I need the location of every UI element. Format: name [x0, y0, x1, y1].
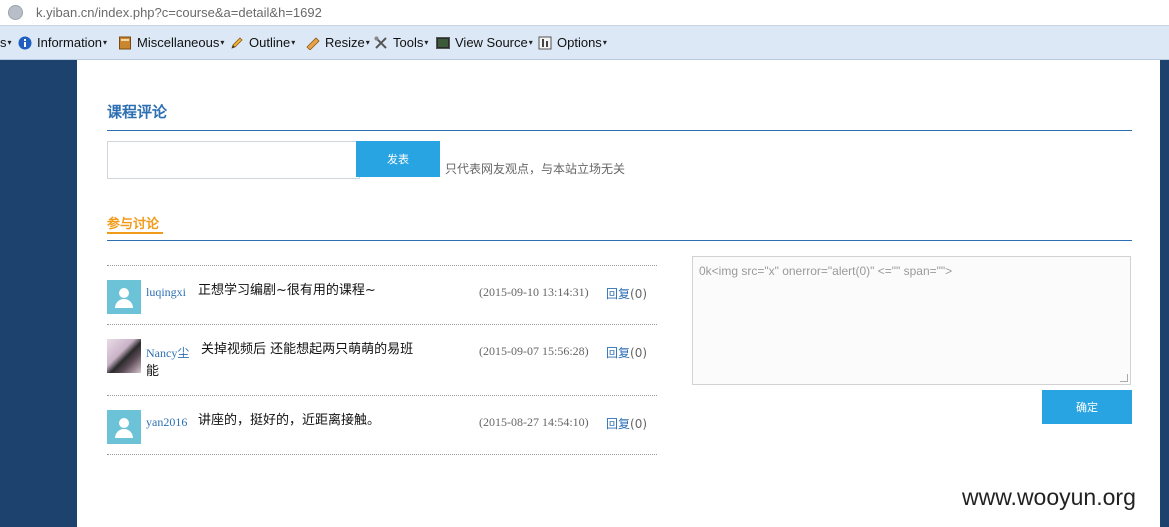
list-divider	[107, 265, 657, 266]
avatar-head	[119, 418, 129, 428]
toolbar-tools-label: Tools	[393, 35, 424, 50]
avatar-body	[115, 429, 133, 438]
divider	[107, 240, 1132, 241]
comment-date: (2015-09-07 15:56:28)	[479, 344, 589, 358]
dropdown-arrow-icon: ▾	[291, 38, 296, 47]
toolbar-view-source-label: View Source	[455, 35, 528, 50]
options-icon	[538, 36, 552, 49]
url-text[interactable]: k.yiban.cn/index.php?c=course&a=detail&h…	[36, 5, 322, 20]
dropdown-arrow-icon: ▾	[365, 38, 370, 47]
comment-text: 讲座的，挺好的，近距离接触。	[198, 413, 381, 428]
dropdown-arrow-icon: ▾	[602, 38, 607, 47]
reply-count: (0)	[630, 417, 648, 431]
toolbar-resize-label: Resize	[325, 35, 365, 50]
reply-label[interactable]: 回复	[606, 346, 630, 360]
dropdown-arrow-icon: ▾	[103, 38, 108, 47]
reply-textarea[interactable]: 0k<img src="x" onerror="alert(0)" <="" s…	[692, 256, 1131, 385]
list-divider	[107, 324, 657, 325]
book-icon	[119, 36, 131, 49]
comment-date: (2015-08-27 14:54:10)	[479, 415, 589, 429]
comment-username[interactable]: luqingxi	[146, 285, 186, 300]
comment-username[interactable]: yan2016	[146, 415, 187, 430]
reply-label[interactable]: 回复	[606, 287, 630, 301]
toolbar-view-source[interactable]: View Source ▾	[436, 35, 533, 50]
reply-textarea-value: 0k<img src="x" onerror="alert(0)" <="" s…	[699, 264, 953, 278]
reply-link[interactable]: 回复(0)	[606, 285, 647, 302]
toolbar-miscellaneous-label: Miscellaneous	[137, 35, 220, 50]
ruler-icon	[306, 36, 320, 50]
submit-comment-button[interactable]: 发表	[356, 141, 440, 177]
toolbar-miscellaneous[interactable]: Miscellaneous ▾	[118, 35, 224, 50]
reply-count: (0)	[630, 346, 648, 360]
dropdown-arrow-icon: ▾	[424, 38, 429, 47]
divider	[107, 130, 1132, 131]
review-section-title: 课程评论	[107, 103, 168, 121]
reply-link[interactable]: 回复(0)	[606, 415, 647, 432]
watermark: www.wooyun.org	[962, 484, 1136, 510]
reply-link[interactable]: 回复(0)	[606, 344, 647, 361]
comment-input[interactable]	[107, 141, 360, 179]
toolbar-options[interactable]: Options ▾	[538, 35, 607, 50]
toolbar-information[interactable]: Information ▾	[18, 35, 107, 50]
comment-username[interactable]: Nancy尘	[146, 344, 189, 361]
avatar[interactable]	[107, 339, 141, 373]
comment-text-continued: 能	[146, 364, 160, 379]
tab-discussion[interactable]: 参与讨论	[107, 213, 159, 232]
confirm-button[interactable]: 确定	[1042, 390, 1132, 424]
page-right-band	[1160, 60, 1169, 527]
address-bar[interactable]: k.yiban.cn/index.php?c=course&a=detail&h…	[0, 0, 1169, 26]
list-divider	[107, 454, 657, 455]
toolbar-outline[interactable]: Outline ▾	[230, 35, 295, 50]
dropdown-arrow-icon: ▾	[7, 38, 12, 47]
terminal-icon	[436, 36, 450, 49]
avatar-head	[119, 288, 129, 298]
globe-icon	[8, 5, 23, 20]
toolbar-resize[interactable]: Resize ▾	[306, 35, 370, 50]
toolbar-item-label: s	[0, 35, 7, 50]
dropdown-arrow-icon: ▾	[220, 38, 225, 47]
comment-text: 正想学习编剧~很有用的课程~	[198, 283, 376, 298]
toolbar-tools[interactable]: Tools ▾	[374, 35, 428, 50]
disclaimer-note: 只代表网友观点，与本站立场无关	[445, 162, 626, 176]
dropdown-arrow-icon: ▾	[528, 38, 533, 47]
comment-date: (2015-09-10 13:14:31)	[479, 285, 589, 299]
page-left-band	[0, 60, 77, 527]
comment-text: 关掉视频后 还能想起两只萌萌的易班	[201, 342, 414, 357]
avatar[interactable]	[107, 280, 141, 314]
toolbar-information-label: Information	[37, 35, 103, 50]
pencil-icon	[231, 36, 243, 49]
toolbar-options-label: Options	[557, 35, 602, 50]
info-icon	[18, 36, 32, 49]
toolbar-item-cut[interactable]: s ▾	[0, 35, 12, 50]
tools-icon	[374, 36, 387, 49]
web-developer-toolbar: s ▾ Information ▾ Miscellaneous ▾ Outline ▾ …	[0, 26, 1169, 60]
list-divider	[107, 395, 657, 396]
reply-count: (0)	[630, 287, 648, 301]
toolbar-outline-label: Outline	[249, 35, 291, 50]
reply-label[interactable]: 回复	[606, 417, 630, 431]
active-tab-indicator	[107, 232, 163, 234]
avatar[interactable]	[107, 410, 141, 444]
avatar-body	[115, 299, 133, 308]
resize-grip-icon[interactable]	[1120, 374, 1128, 382]
